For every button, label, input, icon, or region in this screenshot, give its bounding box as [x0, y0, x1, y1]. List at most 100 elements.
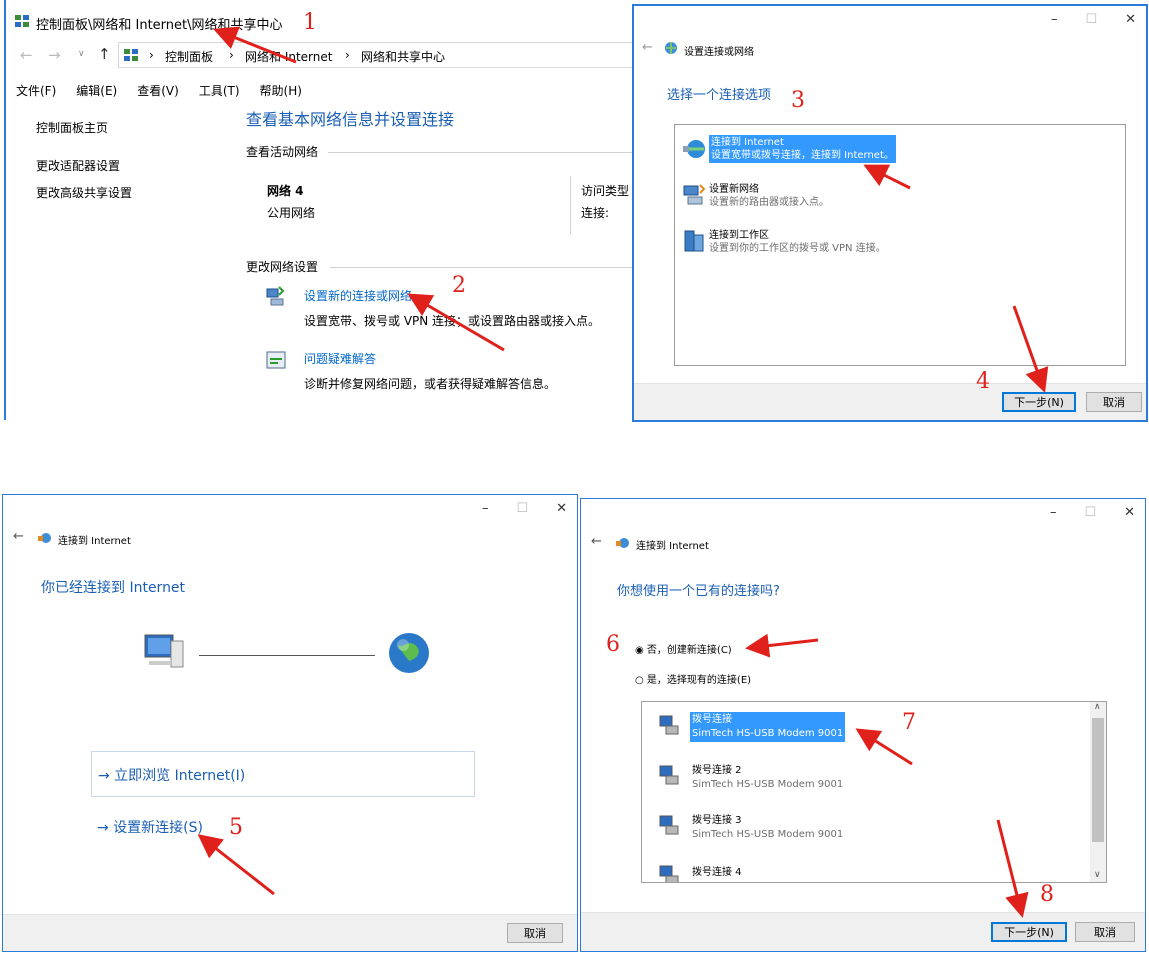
- window-controls: – ☐ ✕: [1051, 12, 1136, 27]
- dialog-title: 设置连接或网络: [684, 47, 754, 58]
- setup-new-connection-option[interactable]: → 设置新连接(S): [97, 817, 203, 837]
- maximize-icon[interactable]: ☐: [1084, 505, 1096, 520]
- connection-device: SimTech HS-USB Modem 9001: [692, 779, 844, 790]
- option-desc: 设置新的路由器或接入点。: [709, 197, 829, 208]
- workplace-icon: [682, 229, 706, 253]
- breadcrumb-item[interactable]: 网络和 Internet: [245, 48, 332, 65]
- dialog-heading: 选择一个连接选项: [667, 88, 772, 103]
- minimize-icon[interactable]: –: [1050, 505, 1057, 520]
- annotation-number: 5: [229, 815, 243, 840]
- window-left-border: [4, 0, 6, 420]
- menu-tools[interactable]: 工具(T): [199, 82, 240, 99]
- radio-use-existing[interactable]: ○ 是，选择现有的连接(E): [635, 671, 751, 686]
- browse-internet-option[interactable]: → 立即浏览 Internet(I): [91, 751, 475, 797]
- connection-name: 拨号连接 4: [692, 867, 742, 878]
- close-icon[interactable]: ✕: [1125, 12, 1136, 27]
- option-title: 连接到工作区: [709, 230, 769, 241]
- change-settings-label: 更改网络设置: [246, 260, 319, 274]
- page-title: 查看基本网络信息并设置连接: [246, 110, 455, 129]
- option-title: 连接到 Internet: [711, 137, 784, 148]
- annotation-number: 6: [606, 632, 620, 657]
- control-panel-icon: [14, 13, 30, 29]
- connection-item[interactable]: 拨号连接 3 SimTech HS-USB Modem 9001: [692, 814, 843, 842]
- connection-device: SimTech HS-USB Modem 9001: [692, 829, 844, 840]
- minimize-icon[interactable]: –: [1051, 12, 1058, 27]
- cancel-button[interactable]: 取消: [1086, 392, 1142, 412]
- cancel-button[interactable]: 取消: [507, 923, 563, 943]
- computer-icon: [141, 633, 185, 673]
- back-arrow-icon[interactable]: ←: [20, 46, 33, 64]
- cancel-button[interactable]: 取消: [1075, 922, 1135, 942]
- dialog-footer: 取消: [3, 914, 577, 951]
- window-title: 控制面板\网络和 Internet\网络和共享中心: [36, 18, 283, 33]
- next-button[interactable]: 下一步(N): [991, 922, 1067, 942]
- panel-network-sharing-center: 控制面板\网络和 Internet\网络和共享中心 ← → ∨ ↑ › 控制面板…: [0, 0, 632, 420]
- sidebar-item-advanced-sharing[interactable]: 更改高级共享设置: [36, 184, 132, 201]
- option-new-network[interactable]: 设置新网络 设置新的路由器或接入点。: [709, 183, 829, 209]
- menu-view[interactable]: 查看(V): [137, 82, 179, 99]
- menu-edit[interactable]: 编辑(E): [76, 82, 117, 99]
- connection-name: 拨号连接: [692, 714, 732, 725]
- modem-icon: [658, 814, 680, 836]
- back-arrow-icon[interactable]: ←: [13, 529, 24, 544]
- network-type: 公用网络: [267, 206, 316, 220]
- maximize-icon[interactable]: ☐: [1085, 12, 1097, 27]
- radio-create-new[interactable]: ◉ 否，创建新连接(C): [635, 641, 732, 656]
- back-arrow-icon[interactable]: ←: [591, 534, 602, 549]
- window-controls: – ☐ ✕: [1050, 505, 1135, 520]
- menu-bar: 文件(F) 编辑(E) 查看(V) 工具(T) 帮助(H): [16, 82, 302, 99]
- close-icon[interactable]: ✕: [556, 501, 567, 516]
- maximize-icon[interactable]: ☐: [516, 501, 528, 516]
- menu-file[interactable]: 文件(F): [16, 82, 56, 99]
- panel-setup-connection-dialog: – ☐ ✕ ← 设置连接或网络 选择一个连接选项 连接到 Internet 设置…: [632, 4, 1148, 422]
- scroll-up-icon[interactable]: ∧: [1094, 702, 1101, 712]
- radio-label: 否，创建新连接(C): [646, 645, 732, 656]
- option-title: 设置新网络: [709, 184, 759, 195]
- troubleshoot-description: 诊断并修复网络问题，或者获得疑难解答信息。: [304, 377, 557, 391]
- active-networks-label: 查看活动网络: [246, 145, 319, 159]
- troubleshoot-icon: [265, 350, 287, 372]
- internet-connection-icon: [682, 137, 706, 161]
- option-desc: 设置宽带或拨号连接，连接到 Internet。: [711, 150, 894, 161]
- forward-arrow-icon[interactable]: →: [48, 46, 61, 64]
- network-globe-icon: [664, 41, 678, 55]
- sidebar-item-home[interactable]: 控制面板主页: [36, 119, 108, 136]
- back-arrow-icon[interactable]: ←: [642, 40, 653, 55]
- network-name: 网络 4: [267, 184, 304, 198]
- sidebar-item-adapter-settings[interactable]: 更改适配器设置: [36, 157, 120, 174]
- connection-item[interactable]: 拨号连接 4: [692, 866, 742, 880]
- connection-device: SimTech HS-USB Modem 9001: [692, 728, 844, 739]
- annotation-number: 2: [452, 273, 466, 298]
- option-connect-internet[interactable]: 连接到 Internet 设置宽带或拨号连接，连接到 Internet。: [709, 135, 896, 163]
- radio-label: 是，选择现有的连接(E): [646, 675, 752, 686]
- troubleshoot-link[interactable]: 问题疑难解答: [304, 350, 376, 367]
- panel-already-connected-dialog: – ☐ ✕ ← 连接到 Internet 你已经连接到 Internet → 立…: [2, 494, 578, 952]
- scroll-thumb[interactable]: [1092, 718, 1104, 842]
- minimize-icon[interactable]: –: [482, 501, 489, 516]
- modem-icon: [658, 764, 680, 786]
- option-connect-workplace[interactable]: 连接到工作区 设置到你的工作区的拨号或 VPN 连接。: [709, 229, 886, 255]
- scroll-down-icon[interactable]: ∨: [1094, 870, 1101, 880]
- window-controls: – ☐ ✕: [482, 501, 567, 516]
- connections-label: 连接:: [581, 206, 610, 220]
- annotation-number: 8: [1040, 882, 1054, 907]
- option-desc: 设置到你的工作区的拨号或 VPN 连接。: [709, 243, 886, 254]
- connection-item[interactable]: 拨号连接 SimTech HS-USB Modem 9001: [690, 712, 846, 742]
- menu-help[interactable]: 帮助(H): [260, 82, 302, 99]
- next-button[interactable]: 下一步(N): [1002, 392, 1076, 412]
- scrollbar[interactable]: ∧ ∨: [1090, 702, 1106, 882]
- connection-line: [199, 655, 375, 656]
- existing-connections-list[interactable]: 拨号连接 SimTech HS-USB Modem 9001 拨号连接 2 Si…: [641, 701, 1107, 883]
- setup-new-connection-link[interactable]: 设置新的连接或网络: [304, 287, 412, 304]
- breadcrumb-item[interactable]: 网络和共享中心: [361, 48, 445, 65]
- up-arrow-icon[interactable]: ↑: [98, 45, 111, 63]
- connection-item[interactable]: 拨号连接 2 SimTech HS-USB Modem 9001: [692, 764, 843, 792]
- modem-icon: [658, 714, 680, 736]
- options-list[interactable]: 连接到 Internet 设置宽带或拨号连接，连接到 Internet。 设置新…: [674, 124, 1126, 366]
- recent-dropdown-icon[interactable]: ∨: [78, 49, 85, 59]
- address-bar[interactable]: › 控制面板 › 网络和 Internet › 网络和共享中心: [118, 42, 632, 68]
- new-network-icon: [682, 183, 706, 207]
- annotation-number: 1: [303, 10, 317, 35]
- close-icon[interactable]: ✕: [1124, 505, 1135, 520]
- breadcrumb-item[interactable]: 控制面板: [165, 48, 213, 65]
